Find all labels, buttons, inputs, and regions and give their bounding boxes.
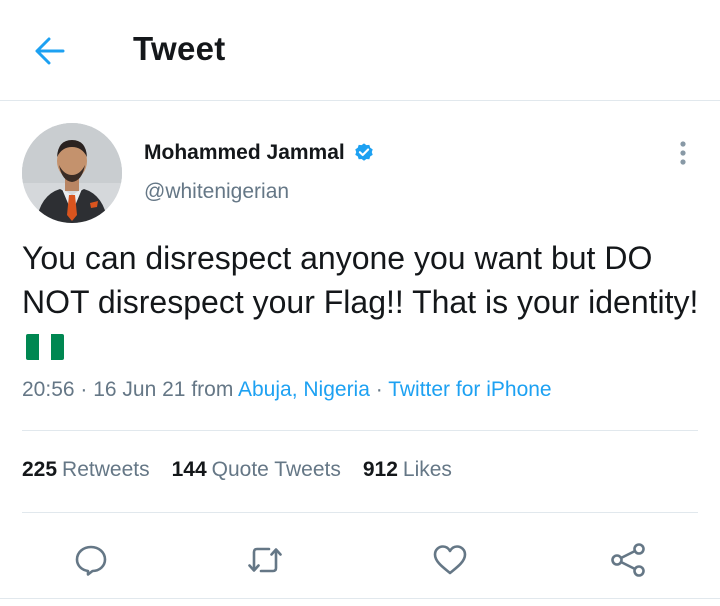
tweet-stats: 225 Retweets 144 Quote Tweets 912 Likes bbox=[22, 458, 452, 482]
like-button[interactable] bbox=[428, 538, 472, 582]
share-icon bbox=[611, 543, 645, 577]
quotes-count: 144 bbox=[171, 458, 207, 481]
retweets-count: 225 bbox=[22, 458, 58, 481]
tweet-date: 16 Jun 21 bbox=[93, 378, 186, 401]
nigeria-flag-emoji bbox=[26, 334, 64, 360]
reply-icon bbox=[75, 545, 107, 576]
retweets-label: Retweets bbox=[62, 458, 150, 481]
tweet-text: You can disrespect anyone you want but D… bbox=[22, 236, 702, 368]
reply-button[interactable] bbox=[69, 538, 113, 582]
tweet-location-link[interactable]: Abuja, Nigeria bbox=[238, 378, 370, 401]
author-name-row: Mohammed Jammal bbox=[144, 141, 375, 165]
action-bar bbox=[0, 530, 720, 590]
like-icon bbox=[433, 545, 467, 575]
more-options-button[interactable] bbox=[670, 138, 696, 168]
meta-from-label: from bbox=[185, 378, 238, 401]
divider bbox=[22, 430, 698, 431]
tweet-source-link[interactable]: Twitter for iPhone bbox=[388, 378, 551, 401]
author-name[interactable]: Mohammed Jammal bbox=[144, 141, 345, 165]
divider bbox=[22, 512, 698, 513]
verified-badge-icon bbox=[355, 143, 373, 161]
author-avatar[interactable] bbox=[22, 123, 122, 223]
arrow-left-icon bbox=[35, 37, 65, 65]
likes-count: 912 bbox=[362, 458, 398, 481]
share-button[interactable] bbox=[606, 538, 650, 582]
likes-stat[interactable]: 912 Likes bbox=[363, 458, 452, 482]
likes-label: Likes bbox=[402, 458, 452, 481]
meta-separator: · bbox=[369, 378, 389, 401]
tweet-body: You can disrespect anyone you want but D… bbox=[22, 240, 699, 320]
top-bar: Tweet bbox=[0, 0, 720, 101]
retweet-button[interactable] bbox=[243, 538, 287, 582]
bottom-divider bbox=[0, 598, 720, 599]
quote-tweets-stat[interactable]: 144 Quote Tweets bbox=[172, 458, 341, 482]
tweet-meta: 20:56 · 16 Jun 21 from Abuja, Nigeria · … bbox=[22, 378, 552, 402]
retweet-icon bbox=[248, 547, 282, 573]
author-handle[interactable]: @whitenigerian bbox=[144, 180, 289, 204]
more-vertical-icon bbox=[680, 141, 686, 165]
retweets-stat[interactable]: 225 Retweets bbox=[22, 458, 150, 482]
meta-separator: · bbox=[74, 378, 94, 401]
back-button[interactable] bbox=[30, 33, 70, 69]
tweet-time: 20:56 bbox=[22, 378, 75, 401]
quotes-label: Quote Tweets bbox=[211, 458, 341, 481]
page-title: Tweet bbox=[133, 30, 226, 67]
avatar-image bbox=[22, 123, 122, 223]
